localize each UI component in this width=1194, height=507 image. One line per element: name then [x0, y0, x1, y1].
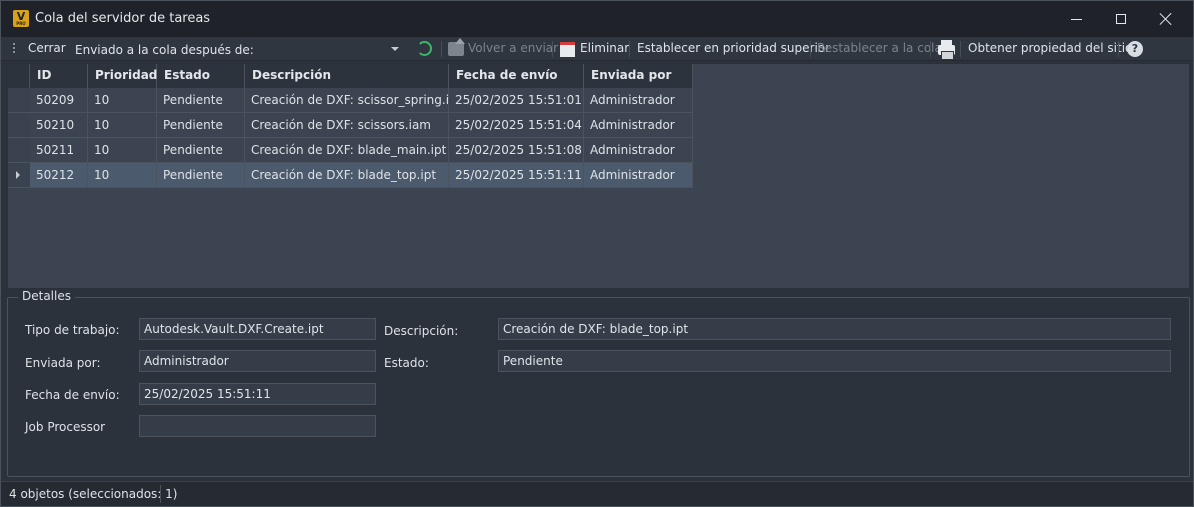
help-icon[interactable]: ? [1127, 41, 1143, 57]
column-header-priority[interactable]: Prioridad [88, 64, 157, 88]
row-header[interactable] [8, 88, 30, 113]
table-row-selected[interactable]: 50212 10 Pendiente Creación de DXF: blad… [8, 163, 693, 188]
get-site-property-button[interactable]: Obtener propiedad del sitio [968, 37, 1132, 61]
cell-id: 50209 [30, 88, 88, 113]
cell-id: 50210 [30, 113, 88, 138]
resend-icon [448, 38, 465, 56]
minimize-button[interactable] [1053, 1, 1099, 37]
queue-filter-value: Enviado a la cola después de: [75, 43, 254, 57]
object-count-status: 4 objetos (seleccionados: 1) [9, 487, 178, 501]
toolbar-grip-icon[interactable] [13, 43, 15, 55]
row-header-corner [8, 64, 30, 88]
cell-priority: 10 [88, 88, 157, 113]
grid-header: ID Prioridad Estado Descripción Fecha de… [8, 64, 693, 88]
cell-status: Pendiente [157, 113, 245, 138]
cell-submitted-by: Administrador [584, 88, 693, 113]
description-label: Descripción: [384, 324, 459, 338]
submit-date-label: Fecha de envío: [25, 388, 120, 402]
toolbar: Cerrar Enviado a la cola después de: Vol… [1, 37, 1193, 61]
column-header-status[interactable]: Estado [157, 64, 245, 88]
resend-button[interactable]: Volver a enviar [468, 37, 558, 61]
toolbar-separator [960, 41, 961, 57]
toolbar-separator [810, 41, 811, 57]
current-row-arrow-icon [16, 171, 20, 179]
details-legend: Detalles [18, 289, 75, 303]
cell-description: Creación de DXF: blade_top.ipt [245, 163, 449, 188]
row-header[interactable] [8, 113, 30, 138]
title-bar: V PRO Cola del servidor de tareas [1, 1, 1193, 37]
close-button[interactable]: Cerrar [28, 37, 66, 61]
cell-submitted-by: Administrador [584, 113, 693, 138]
description-field[interactable]: Creación de DXF: blade_top.ipt [498, 318, 1171, 340]
close-icon [1160, 13, 1172, 25]
print-icon[interactable] [938, 40, 955, 60]
window-title: Cola del servidor de tareas [35, 11, 211, 26]
submitted-by-field[interactable]: Administrador [139, 350, 376, 372]
maximize-button[interactable] [1098, 1, 1144, 37]
status-field[interactable]: Pendiente [498, 350, 1171, 372]
row-header[interactable] [8, 138, 30, 163]
close-window-button[interactable] [1143, 1, 1189, 37]
job-grid: ID Prioridad Estado Descripción Fecha de… [7, 63, 1190, 289]
cell-submitted-by: Administrador [584, 138, 693, 163]
minimize-icon [1070, 18, 1082, 20]
delete-icon [560, 42, 575, 57]
cell-status: Pendiente [157, 88, 245, 113]
cell-priority: 10 [88, 138, 157, 163]
cell-id: 50212 [30, 163, 88, 188]
job-type-field[interactable]: Autodesk.Vault.DXF.Create.ipt [139, 318, 376, 340]
cell-submit-date: 25/02/2025 15:51:08 [449, 138, 584, 163]
row-header[interactable] [8, 163, 30, 188]
chevron-down-icon [391, 47, 399, 51]
column-header-submitted-by[interactable]: Enviada por [584, 64, 693, 88]
cell-description: Creación de DXF: scissors.iam [245, 113, 449, 138]
queue-filter-combo[interactable]: Enviado a la cola después de: [73, 39, 407, 58]
job-processor-label: Job Processor [25, 420, 106, 434]
column-header-description[interactable]: Descripción [245, 64, 449, 88]
cell-status: Pendiente [157, 163, 245, 188]
cell-submitted-by: Administrador [584, 163, 693, 188]
submit-date-field[interactable]: 25/02/2025 15:51:11 [139, 383, 376, 405]
toolbar-separator [1118, 41, 1119, 57]
cell-description: Creación de DXF: blade_main.ipt [245, 138, 449, 163]
toolbar-separator [629, 41, 630, 57]
toolbar-separator [930, 41, 931, 57]
column-header-id[interactable]: ID [30, 64, 88, 88]
job-queue-window: V PRO Cola del servidor de tareas Cerrar… [0, 0, 1194, 507]
status-bar: 4 objetos (seleccionados: 1) [1, 481, 1193, 506]
table-row[interactable]: 50210 10 Pendiente Creación de DXF: scis… [8, 113, 693, 138]
cell-priority: 10 [88, 113, 157, 138]
cell-id: 50211 [30, 138, 88, 163]
job-processor-field[interactable] [139, 415, 376, 437]
logo-sub: PRO [16, 21, 26, 26]
cell-priority: 10 [88, 163, 157, 188]
reset-queue-button[interactable]: Restablecer a la cola [817, 37, 942, 61]
job-type-label: Tipo de trabajo: [25, 323, 120, 337]
column-header-submit-date[interactable]: Fecha de envío [449, 64, 584, 88]
status-label: Estado: [384, 356, 429, 370]
cell-status: Pendiente [157, 138, 245, 163]
table-row[interactable]: 50211 10 Pendiente Creación de DXF: blad… [8, 138, 693, 163]
toolbar-separator [552, 41, 553, 57]
cell-description: Creación de DXF: scissor_spring.ipt [245, 88, 449, 113]
submitted-by-label: Enviada por: [25, 356, 101, 370]
set-top-priority-button[interactable]: Establecer en prioridad superior [637, 37, 830, 61]
maximize-icon [1116, 14, 1126, 24]
toolbar-separator [441, 41, 442, 57]
table-row[interactable]: 50209 10 Pendiente Creación de DXF: scis… [8, 88, 693, 113]
delete-button[interactable]: Eliminar [580, 37, 629, 61]
cell-submit-date: 25/02/2025 15:51:01 [449, 88, 584, 113]
vault-logo-icon: V PRO [13, 10, 29, 27]
cell-submit-date: 25/02/2025 15:51:04 [449, 113, 584, 138]
status-separator [160, 485, 161, 503]
cell-submit-date: 25/02/2025 15:51:11 [449, 163, 584, 188]
refresh-icon[interactable] [417, 41, 432, 56]
details-group: Detalles Tipo de trabajo: Autodesk.Vault… [7, 289, 1190, 477]
